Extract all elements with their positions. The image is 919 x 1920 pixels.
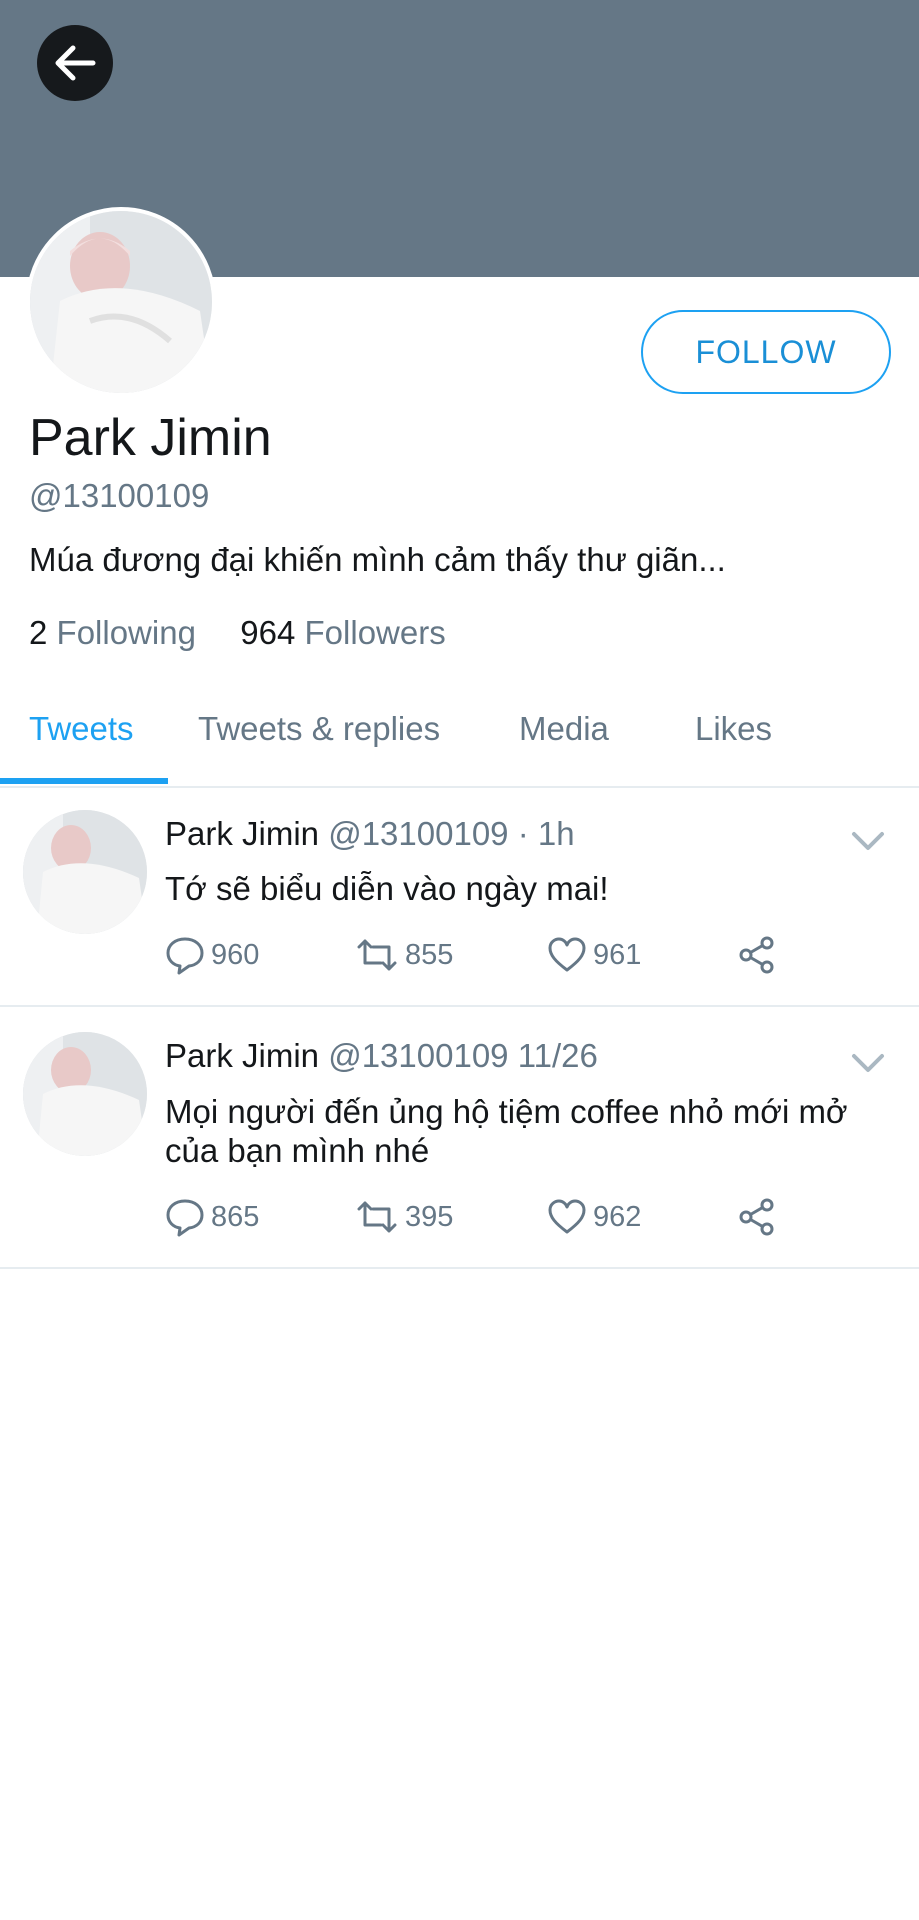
retweet-button[interactable]: 855	[355, 935, 453, 975]
reply-button[interactable]: 960	[165, 935, 259, 975]
profile-bio: Múa đương đại khiến mình cảm thấy thư gi…	[29, 541, 726, 578]
tweet-item[interactable]: Park Jimin @13100109 · 1h Tớ sẽ biểu diễ…	[0, 788, 919, 1007]
tweet-header: Park Jimin @13100109 · 1h	[165, 815, 575, 853]
tweet-header: Park Jimin @13100109 11/26	[165, 1037, 598, 1075]
chevron-down-icon[interactable]	[848, 1048, 888, 1078]
like-count: 962	[593, 1200, 642, 1233]
reply-icon	[166, 1199, 204, 1237]
retweet-count: 855	[405, 938, 454, 971]
back-button[interactable]	[37, 25, 113, 101]
tab-tweets[interactable]: Tweets	[29, 710, 134, 748]
retweet-icon	[357, 939, 397, 971]
profile-name: Park Jimin	[29, 409, 272, 467]
profile-tabs: Tweets Tweets & replies Media Likes	[0, 700, 919, 786]
followers-label: Followers	[304, 614, 446, 651]
tweet-author[interactable]: Park Jimin	[165, 815, 319, 852]
profile-handle: @13100109	[29, 477, 210, 514]
like-button[interactable]: 962	[547, 1197, 641, 1237]
like-icon	[548, 937, 586, 972]
share-button[interactable]	[737, 1197, 777, 1237]
tweet-author[interactable]: Park Jimin	[165, 1037, 319, 1074]
followers-link[interactable]: 964 Followers	[240, 614, 445, 651]
tweet-avatar[interactable]	[23, 1032, 147, 1156]
tab-tweets-replies[interactable]: Tweets & replies	[198, 710, 440, 748]
reply-count: 865	[211, 1200, 260, 1233]
tweet-text: Tớ sẽ biểu diễn vào ngày mai!	[165, 870, 609, 907]
back-arrow-icon	[55, 45, 96, 81]
tab-likes[interactable]: Likes	[695, 710, 772, 748]
retweet-count: 395	[405, 1200, 454, 1233]
share-button[interactable]	[737, 935, 777, 975]
tweet-avatar[interactable]	[23, 810, 147, 934]
share-icon	[739, 1198, 774, 1236]
reply-button[interactable]: 865	[165, 1197, 259, 1237]
tab-media[interactable]: Media	[519, 710, 609, 748]
tweet-text: Mọi người đến ủng hộ tiệm coffee nhỏ mới…	[165, 1093, 848, 1169]
like-count: 961	[593, 938, 642, 971]
reply-count: 960	[211, 938, 260, 971]
retweet-icon	[357, 1201, 397, 1233]
tweet-item[interactable]: Park Jimin @13100109 11/26 Mọi người đến…	[0, 1007, 919, 1269]
tweet-meta: @13100109 · 1h	[328, 815, 575, 852]
retweet-button[interactable]: 395	[355, 1197, 453, 1237]
following-count: 2	[29, 614, 48, 651]
reply-icon	[166, 937, 204, 975]
chevron-down-icon[interactable]	[848, 826, 888, 856]
like-button[interactable]: 961	[547, 935, 641, 975]
like-icon	[548, 1199, 586, 1234]
profile-stats: 2 Following 964 Followers	[29, 614, 446, 652]
share-icon	[739, 936, 774, 974]
follow-button[interactable]: FOLLOW	[641, 310, 891, 394]
following-link[interactable]: 2 Following	[29, 614, 205, 651]
profile-avatar[interactable]	[26, 207, 216, 397]
following-label: Following	[56, 614, 196, 651]
tweet-meta: @13100109 11/26	[328, 1037, 598, 1074]
followers-count: 964	[240, 614, 296, 651]
active-tab-indicator	[0, 778, 168, 784]
